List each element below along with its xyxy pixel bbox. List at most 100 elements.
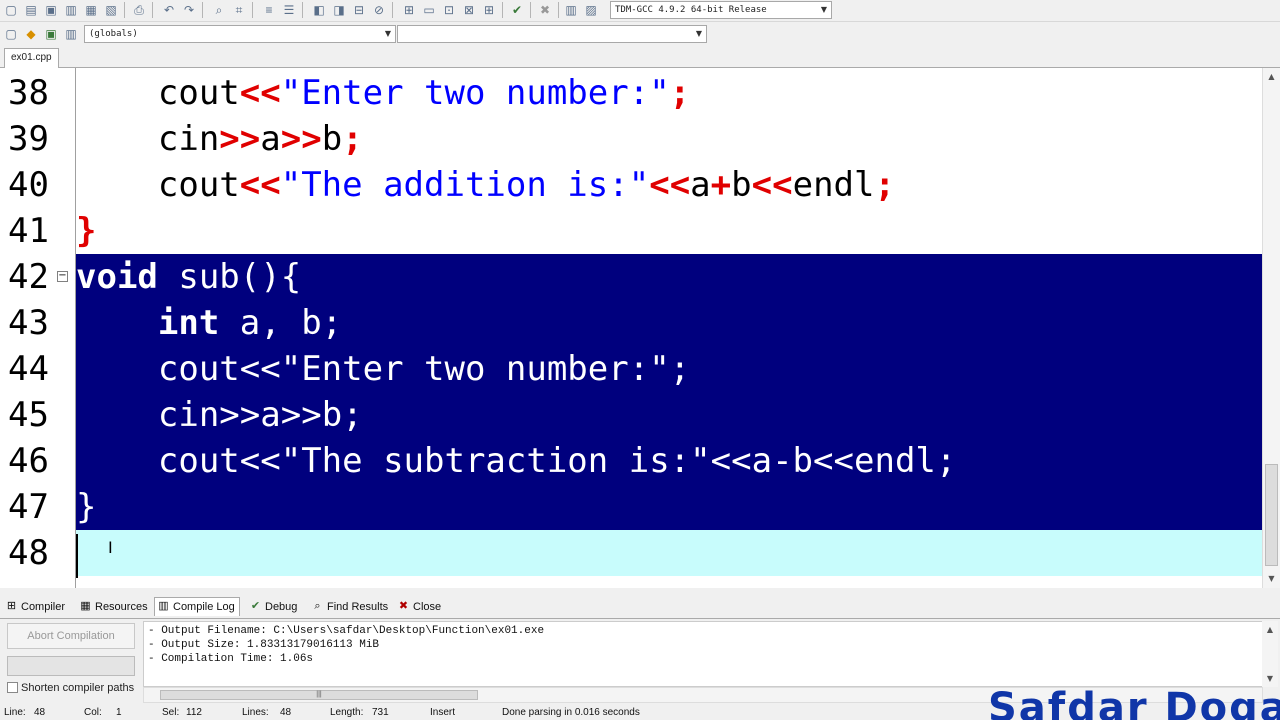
fold-guide-line: [75, 68, 76, 588]
close-file-icon[interactable]: ▦: [82, 1, 100, 19]
save-icon[interactable]: ▣: [42, 1, 60, 19]
scroll-down-icon[interactable]: ▼: [1263, 570, 1280, 587]
unindent-icon[interactable]: ☰: [280, 1, 298, 19]
debug-grid-icon[interactable]: ⊞: [480, 1, 498, 19]
tab-find-results[interactable]: ⌕ Find Results: [308, 597, 393, 616]
log-line: - Compilation Time: 1.06s: [148, 653, 314, 665]
insert-icon[interactable]: ◆: [22, 25, 40, 43]
shorten-paths-checkbox[interactable]: Shorten compiler paths: [7, 681, 134, 695]
tab-debug-label: Debug: [265, 601, 298, 613]
profile-chart-icon[interactable]: ▥: [562, 1, 580, 19]
code-text[interactable]: cout<<"Enter two number:";: [76, 70, 690, 116]
text-caret: [76, 534, 78, 578]
tab-resources[interactable]: ▦ Resources: [76, 597, 153, 616]
stop-execution-icon[interactable]: ✖: [536, 1, 554, 19]
code-line[interactable]: 43 int a, b;: [0, 300, 1262, 346]
globals-select-value: (globals): [89, 29, 138, 39]
fold-collapse-icon[interactable]: −: [57, 271, 68, 282]
resources-icon: ▦: [80, 600, 91, 612]
code-text[interactable]: cout<<"The addition is:"<<a+b<<endl;: [76, 162, 895, 208]
toggle-comment-icon[interactable]: ⊘: [370, 1, 388, 19]
code-text[interactable]: void sub(){: [76, 254, 301, 300]
scroll-up-icon[interactable]: ▲: [1262, 621, 1278, 638]
print-icon[interactable]: ⎙: [130, 1, 148, 19]
tab-compile-log[interactable]: ▥ Compile Log: [154, 597, 240, 616]
abort-compilation-button[interactable]: Abort Compilation: [7, 623, 135, 649]
chevron-down-icon: ▼: [820, 5, 828, 14]
editor-vertical-scrollbar[interactable]: ▲ ▼: [1262, 68, 1280, 588]
scroll-up-icon[interactable]: ▲: [1263, 68, 1280, 85]
toggle-icon[interactable]: ▥: [62, 25, 80, 43]
code-line[interactable]: 41}: [0, 208, 1262, 254]
compile-run-icon[interactable]: ⊡: [440, 1, 458, 19]
replace-icon[interactable]: ⌗: [230, 1, 248, 19]
tab-find-results-label: Find Results: [327, 601, 389, 613]
run-icon[interactable]: ▭: [420, 1, 438, 19]
tab-close-label: Close: [413, 601, 442, 613]
find-icon[interactable]: ⌕: [210, 1, 228, 19]
tab-ex01-cpp[interactable]: ex01.cpp: [4, 48, 59, 68]
delete-profile-icon[interactable]: ▨: [582, 1, 600, 19]
member-select[interactable]: ▼: [397, 25, 707, 43]
goto-forward-icon[interactable]: ◨: [330, 1, 348, 19]
code-line[interactable]: 46 cout<<"The subtraction is:"<<a-b<<end…: [0, 438, 1262, 484]
close-all-icon[interactable]: ▧: [102, 1, 120, 19]
new-class-icon[interactable]: ▢: [2, 25, 20, 43]
code-text[interactable]: }: [76, 208, 96, 254]
code-editor[interactable]: 38 cout<<"Enter two number:"; 39 cin>>a>>…: [0, 68, 1262, 588]
code-text[interactable]: cout<<"The subtraction is:"<<a-b<<endl;: [76, 438, 957, 484]
goto-icon[interactable]: ▣: [42, 25, 60, 43]
redo-icon[interactable]: ↷: [180, 1, 198, 19]
log-line: - Output Size: 1.83313179016113 MiB: [148, 639, 380, 651]
open-file-icon[interactable]: ▤: [22, 1, 40, 19]
line-number: 48: [0, 530, 74, 576]
status-col-value: 1: [116, 707, 122, 718]
toolbar-divider: [202, 2, 203, 18]
bottom-panel-tabs: ⊞ Compiler ▦ Resources ▥ Compile Log ✔ D…: [0, 596, 1280, 618]
code-line[interactable]: 38 cout<<"Enter two number:";: [0, 70, 1262, 116]
code-line[interactable]: 42 void sub(){: [0, 254, 1262, 300]
tab-compiler[interactable]: ⊞ Compiler: [2, 597, 70, 616]
line-number: 39: [0, 116, 74, 162]
code-text[interactable]: cin>>a>>b;: [76, 392, 363, 438]
code-text[interactable]: cin>>a>>b;: [76, 116, 363, 162]
toolbar-divider: [302, 2, 303, 18]
toolbar-divider: [530, 2, 531, 18]
line-number: 38: [0, 70, 74, 116]
code-line[interactable]: 40 cout<<"The addition is:"<<a+b<<endl;: [0, 162, 1262, 208]
compile-icon[interactable]: ⊞: [400, 1, 418, 19]
rebuild-icon[interactable]: ⊠: [460, 1, 478, 19]
indent-icon[interactable]: ≡: [260, 1, 278, 19]
tab-resources-label: Resources: [95, 601, 148, 613]
shorten-paths-label: Shorten compiler paths: [21, 682, 135, 694]
code-line[interactable]: 39 cin>>a>>b;: [0, 116, 1262, 162]
code-line[interactable]: 48: [0, 530, 1262, 576]
tab-debug[interactable]: ✔ Debug: [246, 597, 302, 616]
tab-compile-log-label: Compile Log: [173, 601, 235, 613]
globals-select[interactable]: (globals) ▼: [84, 25, 396, 43]
scrollbar-thumb[interactable]: [1265, 464, 1278, 566]
code-text[interactable]: cout<<"Enter two number:";: [76, 346, 690, 392]
status-message: Done parsing in 0.016 seconds: [502, 707, 640, 718]
code-line[interactable]: 47}: [0, 484, 1262, 530]
toolbar-divider: [558, 2, 559, 18]
file-tab-bar: ex01.cpp: [0, 46, 1280, 68]
tab-close[interactable]: ✖ Close: [394, 597, 446, 616]
code-line[interactable]: 45 cin>>a>>b;: [0, 392, 1262, 438]
check-syntax-icon[interactable]: ✔: [508, 1, 526, 19]
code-text[interactable]: int a, b;: [76, 300, 342, 346]
checkbox-box[interactable]: [7, 682, 18, 693]
line-number: 46: [0, 438, 74, 484]
code-text[interactable]: }: [76, 484, 96, 530]
goto-back-icon[interactable]: ◧: [310, 1, 328, 19]
scrollbar-thumb[interactable]: |||: [160, 690, 478, 700]
compiler-select[interactable]: TDM-GCC 4.9.2 64-bit Release ▼: [610, 1, 832, 19]
save-all-icon[interactable]: ▥: [62, 1, 80, 19]
compile-log-output[interactable]: - Output Filename: C:\Users\safdar\Deskt…: [143, 621, 1263, 687]
new-file-icon[interactable]: ▢: [2, 1, 20, 19]
log-vertical-scrollbar[interactable]: ▲ ▼: [1262, 621, 1278, 687]
undo-icon[interactable]: ↶: [160, 1, 178, 19]
code-line[interactable]: 44 cout<<"Enter two number:";: [0, 346, 1262, 392]
bookmark-icon[interactable]: ⊟: [350, 1, 368, 19]
line-number: 40: [0, 162, 74, 208]
